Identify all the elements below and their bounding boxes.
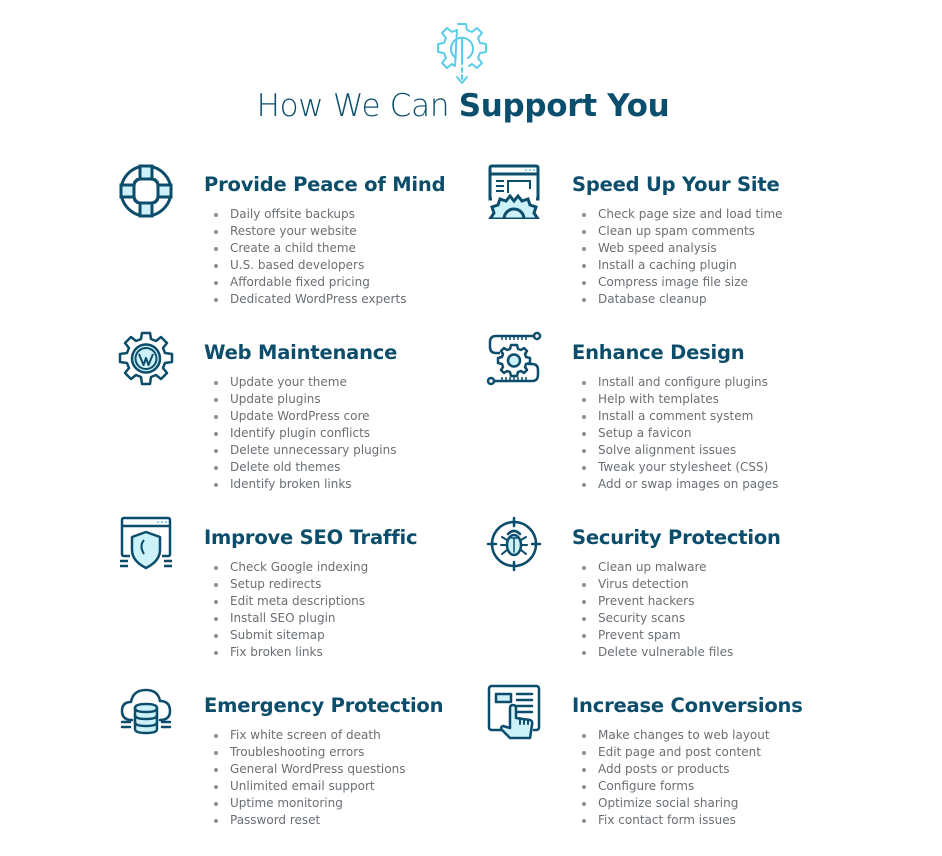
page-title: How We Can Support You [0, 88, 926, 124]
click-layout-icon [486, 684, 542, 740]
list-item: Install SEO plugin [213, 610, 368, 627]
page-title-bold: Support You [458, 88, 670, 124]
list-item: Solve alignment issues [581, 442, 778, 459]
gear-download-icon [436, 20, 488, 90]
list-item: Password reset [213, 812, 405, 829]
list-item: Identify plugin conflicts [214, 425, 397, 442]
service-list: Install and configure plugins Help with … [580, 374, 778, 493]
service-list: Update your theme Update plugins Update … [212, 374, 397, 493]
list-item: Update WordPress core [214, 408, 397, 425]
list-item: Database cleanup [582, 291, 783, 308]
service-title: Speed Up Your Site [572, 173, 780, 196]
browser-shield-icon [118, 516, 174, 572]
list-item: Prevent spam [581, 627, 733, 644]
list-item: Setup redirects [213, 576, 368, 593]
service-list: Clean up malware Virus detection Prevent… [580, 559, 733, 661]
list-item: Help with templates [581, 391, 778, 408]
list-item: Fix broken links [213, 644, 368, 661]
list-item: U.S. based developers [213, 257, 406, 274]
list-item: Fix contact form issues [582, 812, 770, 829]
service-list: Fix white screen of death Troubleshootin… [212, 727, 405, 829]
list-item: Identify broken links [214, 476, 397, 493]
list-item: Update plugins [214, 391, 397, 408]
service-title: Emergency Protection [204, 694, 444, 717]
list-item: Optimize social sharing [582, 795, 770, 812]
list-item: General WordPress questions [213, 762, 406, 776]
list-item: Submit sitemap [213, 627, 368, 644]
list-item: Daily offsite backups [213, 206, 406, 223]
list-item: Install a comment system [581, 408, 778, 425]
wordpress-gear-icon [118, 331, 174, 387]
bug-target-icon [486, 516, 542, 572]
list-item: Setup a favicon [581, 425, 778, 442]
list-item: Compress image file size [582, 274, 783, 291]
list-item: Dedicated WordPress experts [213, 292, 407, 306]
cloud-database-icon [118, 684, 174, 740]
service-title: Enhance Design [572, 341, 745, 364]
list-item: Update your theme [214, 374, 397, 391]
service-list: Check Google indexing Setup redirects Ed… [212, 559, 368, 661]
list-item: Check Google indexing [213, 560, 369, 574]
list-item: Prevent hackers [581, 593, 733, 610]
list-item: Clean up malware [581, 559, 733, 576]
list-item: Tweak your stylesheet (CSS) [581, 459, 778, 476]
service-list: Check page size and load time Clean up s… [580, 206, 783, 308]
list-item: Web speed analysis [582, 240, 783, 257]
list-item: Fix white screen of death [213, 727, 405, 744]
list-item: Clean up spam comments [582, 223, 783, 240]
service-list: Daily offsite backups Restore your websi… [212, 206, 406, 308]
service-title: Improve SEO Traffic [204, 526, 418, 549]
service-title: Provide Peace of Mind [204, 173, 446, 196]
list-item: Edit page and post content [582, 744, 770, 761]
browser-gear-icon [486, 163, 542, 219]
list-item: Create a child theme [213, 240, 406, 257]
list-item: Edit meta descriptions [213, 593, 368, 610]
list-item: Delete old themes [214, 459, 397, 476]
list-item: Make changes to web layout [582, 728, 770, 742]
design-gear-circuit-icon [486, 331, 542, 387]
list-item: Add posts or products [582, 761, 770, 778]
list-item: Check page size and load time [582, 207, 783, 221]
list-item: Restore your website [213, 223, 406, 240]
page-title-light: How We Can [256, 88, 459, 124]
list-item: Delete vulnerable files [581, 645, 734, 659]
list-item: Troubleshooting errors [213, 744, 405, 761]
list-item: Delete unnecessary plugins [214, 443, 397, 457]
service-title: Web Maintenance [204, 341, 398, 364]
list-item: Affordable fixed pricing [213, 274, 406, 291]
service-list: Make changes to web layout Edit page and… [580, 727, 770, 829]
service-title: Security Protection [572, 526, 781, 549]
list-item: Security scans [581, 610, 733, 627]
life-ring-icon [118, 163, 174, 219]
list-item: Configure forms [582, 778, 770, 795]
list-item: Install and configure plugins [581, 374, 778, 391]
service-title: Increase Conversions [572, 694, 803, 717]
list-item: Virus detection [581, 576, 733, 593]
list-item: Install a caching plugin [582, 257, 783, 274]
list-item: Add or swap images on pages [581, 477, 779, 491]
list-item: Unlimited email support [213, 778, 405, 795]
list-item: Uptime monitoring [213, 795, 405, 812]
